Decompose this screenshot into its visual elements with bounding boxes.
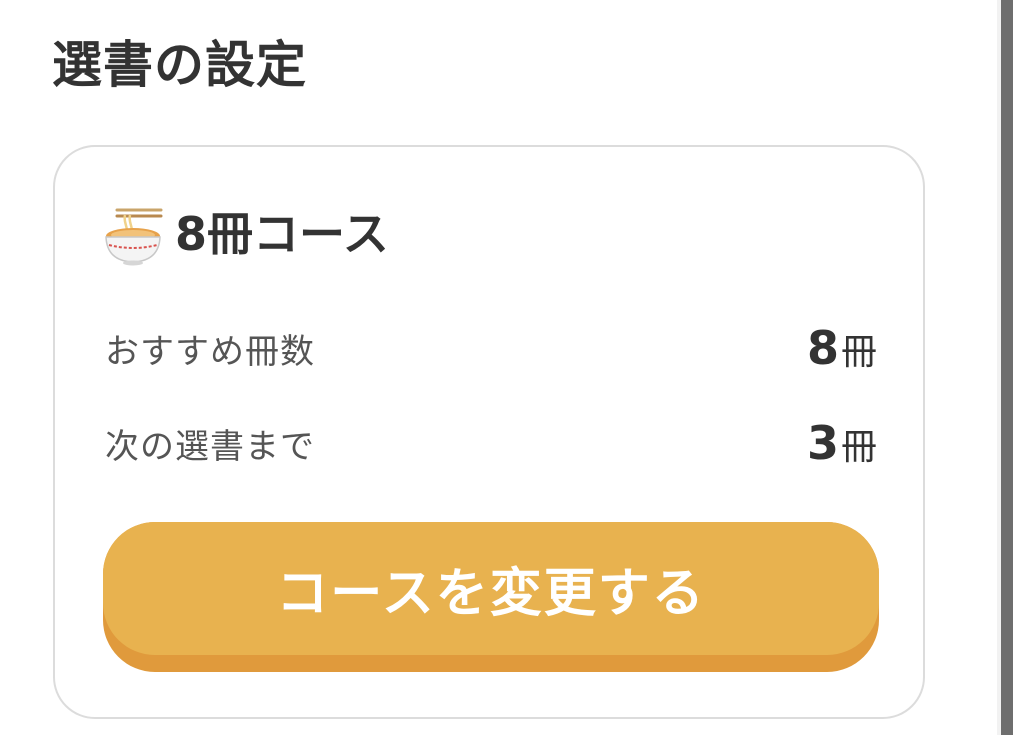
- scrollbar[interactable]: [1001, 0, 1013, 735]
- recommended-count-value: 8 冊: [807, 321, 877, 375]
- course-card: 8冊コース おすすめ冊数 8 冊 次の選書まで 3 冊 コースを変更する: [53, 145, 925, 719]
- until-next-selection-row: 次の選書まで 3 冊: [105, 413, 877, 473]
- change-course-button[interactable]: コースを変更する: [103, 522, 879, 672]
- page-title: 選書の設定: [52, 36, 307, 94]
- until-next-selection-unit: 冊: [840, 427, 877, 468]
- ramen-bowl-icon: [105, 208, 163, 266]
- settings-page: 選書の設定 8冊コース おすすめ冊数 8 冊 次の選書まで 3 冊 コースを変更…: [0, 0, 1013, 735]
- change-course-button-label: コースを変更する: [276, 565, 706, 623]
- course-name: 8冊コース: [175, 207, 389, 261]
- until-next-selection-value: 3 冊: [807, 416, 877, 470]
- recommended-count-label: おすすめ冊数: [105, 331, 315, 372]
- recommended-count-row: おすすめ冊数 8 冊: [105, 318, 877, 378]
- course-title-row: 8冊コース: [103, 199, 389, 269]
- recommended-count-number: 8: [806, 321, 839, 375]
- until-next-selection-label: 次の選書まで: [105, 426, 315, 467]
- change-course-button-face: コースを変更する: [103, 522, 879, 655]
- until-next-selection-number: 3: [806, 416, 839, 470]
- recommended-count-unit: 冊: [840, 332, 877, 373]
